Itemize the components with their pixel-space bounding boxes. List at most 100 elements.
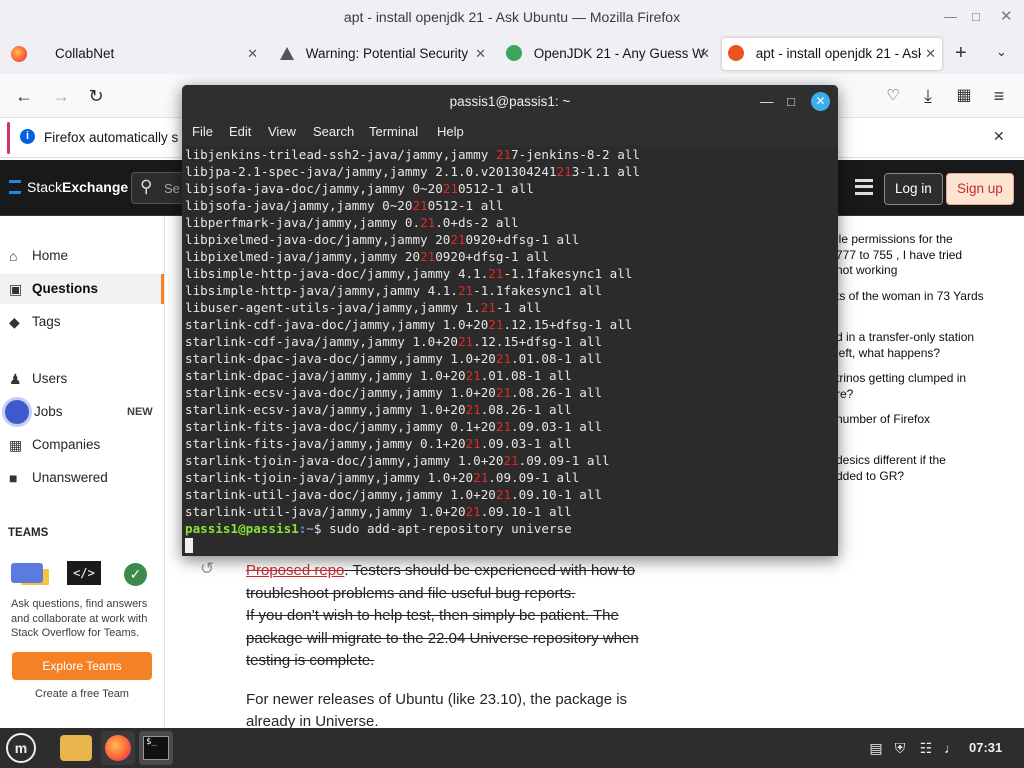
terminal-minimize-icon[interactable]: — <box>760 85 774 118</box>
menu-edit[interactable]: Edit <box>229 124 251 139</box>
firefox-taskbar-icon[interactable] <box>101 731 135 765</box>
tab-security-warning[interactable]: Warning: Potential Security ✕ <box>274 38 492 70</box>
tab-collabnet[interactable]: CollabNet ✕ <box>44 38 264 70</box>
terminal-taskbar-icon[interactable]: $_ <box>139 731 173 765</box>
clock[interactable]: 07:31 <box>969 740 1002 755</box>
tab-close-icon[interactable]: ✕ <box>921 38 936 70</box>
new-tab-icon[interactable]: + <box>955 42 967 65</box>
search-highlight: 21 <box>473 470 489 485</box>
terminal-text: .09.10-1 all <box>511 487 603 502</box>
tab-openjdk[interactable]: OpenJDK 21 - Any Guess W ✕ <box>500 38 716 70</box>
menu-file[interactable]: File <box>192 124 213 139</box>
proposed-repo-link[interactable]: Proposed repo <box>246 562 344 579</box>
teams-heading: TEAMS <box>8 527 49 539</box>
terminal-line: libjsofa-java/jammy,jammy 0~20210512-1 a… <box>185 197 838 214</box>
downloads-icon[interactable]: ⤓ <box>914 82 942 110</box>
files-icon[interactable] <box>60 735 92 761</box>
tab-close-icon[interactable]: ✕ <box>699 38 710 70</box>
update-icon[interactable]: ▤ <box>866 738 886 758</box>
forward-icon[interactable]: → <box>47 82 75 110</box>
search-icon: ⚲ <box>140 177 153 196</box>
firefox-view-icon[interactable] <box>11 46 27 62</box>
taskbar: m $_ ▤ ⛨ ☷ ♩ 07:31 <box>0 728 1024 768</box>
volume-icon[interactable]: ♩ <box>941 738 961 758</box>
explore-teams-button[interactable]: Explore Teams <box>12 652 152 680</box>
extensions-icon[interactable]: ▦ <box>950 82 978 110</box>
search-input[interactable]: Se <box>164 181 180 196</box>
pocket-icon[interactable]: ♡ <box>879 82 907 110</box>
terminal-output[interactable]: libjenkins-trilead-ssh2-java/jammy,jammy… <box>182 146 838 556</box>
askubuntu-favicon-icon <box>728 45 744 62</box>
hot-question-text[interactable]: trinos getting clumped in re? <box>836 371 966 401</box>
menu-search[interactable]: Search <box>313 124 354 139</box>
terminal-text: 0920+dfsg-1 all <box>435 249 549 264</box>
sidebar-item-companies[interactable]: ▦ Companies <box>0 430 164 460</box>
hot-question-item[interactable]: ts of the woman in 73 Yards <box>836 289 1024 305</box>
sidebar-item-label: Tags <box>32 314 61 329</box>
terminal-titlebar[interactable]: passis1@passis1: ~ — □ ✕ <box>182 85 838 118</box>
terminal-line: starlink-dpac-java-doc/jammy,jammy 1.0+2… <box>185 350 838 367</box>
hot-question-text[interactable]: d in a transfer-only station left, what … <box>836 330 974 360</box>
stackexchange-logo-icon[interactable] <box>9 180 21 194</box>
answer-text: package will migrate to the 22.04 Univer… <box>246 629 639 647</box>
tab-ask-ubuntu[interactable]: apt - install openjdk 21 - Ask ✕ <box>722 38 942 70</box>
sidebar-item-tags[interactable]: ◆ Tags <box>0 307 164 337</box>
answer-text: troubleshoot problems and file useful bu… <box>246 584 576 602</box>
list-tabs-icon[interactable]: ⌄ <box>996 44 1007 60</box>
chat-icon <box>11 563 43 583</box>
terminal-line: starlink-fits-java-doc/jammy,jammy 0.1+2… <box>185 418 838 435</box>
menu-help[interactable]: Help <box>437 124 464 139</box>
hot-question-text[interactable]: ile permissions for the 777 to 755 , I h… <box>836 232 962 277</box>
sidebar-item-users[interactable]: ♟ Users <box>0 364 164 394</box>
search-highlight: 21 <box>503 453 519 468</box>
signup-button[interactable]: Sign up <box>946 173 1014 205</box>
close-icon[interactable]: ✕ <box>1000 0 1013 34</box>
network-icon[interactable]: ☷ <box>916 738 936 758</box>
menu-terminal[interactable]: Terminal <box>369 124 418 139</box>
tab-close-icon[interactable]: ✕ <box>475 38 486 70</box>
sidebar-item-questions[interactable]: ▣ Questions <box>0 274 164 304</box>
tab-close-icon[interactable]: ✕ <box>247 38 258 70</box>
sidebar-item-home[interactable]: ⌂ Home <box>0 241 164 271</box>
answer-text: If you don't wish to help test, then sim… <box>246 607 619 624</box>
terminal-line: starlink-ecsv-java-doc/jammy,jammy 1.0+2… <box>185 384 838 401</box>
terminal-window[interactable]: passis1@passis1: ~ — □ ✕ File Edit View … <box>182 85 838 556</box>
answer-body: Proposed repo. Testers should be experie… <box>246 560 656 734</box>
menu-icon[interactable]: ≡ <box>985 82 1013 110</box>
terminal-line: starlink-cdf-java/jammy,jammy 1.0+2021.1… <box>185 333 838 350</box>
minimize-icon[interactable]: — <box>944 0 957 34</box>
site-switcher-icon[interactable] <box>855 179 873 195</box>
hot-question-item[interactable]: desics different if the dded to GR? <box>836 453 1024 484</box>
back-icon[interactable]: ← <box>10 82 38 110</box>
site-logo[interactable]: StackExchange <box>27 179 128 195</box>
terminal-text: libuser-agent-utils-java/jammy,jammy 1. <box>185 300 481 315</box>
hot-question-text[interactable]: number of Firefox <box>836 412 930 426</box>
terminal-close-icon[interactable]: ✕ <box>811 92 830 111</box>
terminal-maximize-icon[interactable]: □ <box>787 85 795 118</box>
terminal-text: starlink-util-java-doc/jammy,jammy 1.0+2… <box>185 487 496 502</box>
create-team-link[interactable]: Create a free Team <box>0 688 164 700</box>
history-icon[interactable]: ↺ <box>200 559 214 579</box>
hot-question-item[interactable]: number of Firefox <box>836 412 1024 428</box>
hot-question-item[interactable]: ile permissions for the 777 to 755 , I h… <box>836 232 1024 279</box>
hot-question-text[interactable]: desics different if the dded to GR? <box>836 453 946 483</box>
terminal-text: .12.15+dfsg-1 all <box>503 317 633 332</box>
login-button[interactable]: Log in <box>884 173 943 205</box>
sidebar-item-jobs[interactable]: Jobs NEW <box>0 397 164 427</box>
search-highlight: 21 <box>480 300 496 315</box>
shield-icon[interactable]: ⛨ <box>890 738 910 758</box>
mint-menu-icon[interactable]: m <box>6 733 36 763</box>
hot-question-item[interactable]: trinos getting clumped in re? <box>836 371 1024 402</box>
notification-close-icon[interactable]: ✕ <box>993 128 1005 145</box>
search-highlight: 21 <box>457 283 474 298</box>
search-highlight: 21 <box>465 368 481 383</box>
terminal-text: 0512-1 all <box>457 181 534 196</box>
maximize-icon[interactable]: □ <box>972 0 980 34</box>
hot-question-text[interactable]: ts of the woman in 73 Yards <box>836 289 984 303</box>
reload-icon[interactable]: ↻ <box>82 82 110 110</box>
hot-question-item[interactable]: d in a transfer-only station left, what … <box>836 330 1024 361</box>
sidebar-item-unanswered[interactable]: ■ Unanswered <box>0 463 164 493</box>
terminal-text: -1.1fakesync1 all <box>473 283 603 298</box>
menu-view[interactable]: View <box>268 124 296 139</box>
terminal-lines: libjenkins-trilead-ssh2-java/jammy,jammy… <box>185 146 838 520</box>
